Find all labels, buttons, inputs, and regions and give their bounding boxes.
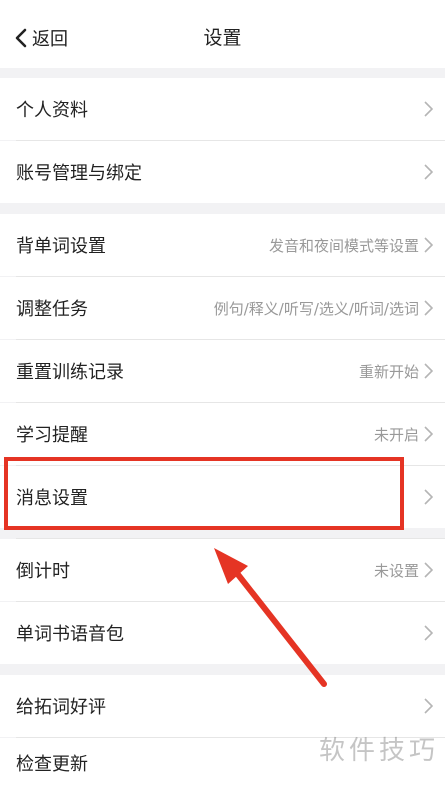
watermark: 软件技巧 <box>318 736 439 766</box>
annotation-arrow-icon <box>214 548 327 687</box>
